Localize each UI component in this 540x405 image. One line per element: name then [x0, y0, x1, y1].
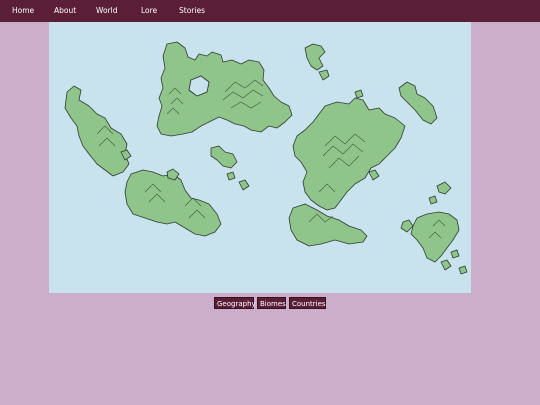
nav-lore-link[interactable]: Lore [141, 0, 157, 22]
island-se5 [428, 195, 438, 205]
tab-biomes[interactable]: Biomes [257, 297, 286, 309]
nav-world-link[interactable]: World [96, 0, 118, 22]
nav-about-link[interactable]: About [54, 0, 76, 22]
island-se2 [440, 259, 452, 271]
island-w4 [238, 179, 250, 191]
island-se4 [436, 181, 452, 195]
island-se3 [450, 249, 460, 259]
tab-geography[interactable]: Geography [214, 297, 256, 309]
island-ne1 [304, 43, 326, 71]
island-se7 [458, 265, 468, 275]
island-w3 [226, 171, 236, 181]
world-map-canvas [64, 41, 468, 275]
continent-east [292, 97, 406, 211]
continent-east-south [288, 203, 368, 247]
continent-southwest [124, 169, 222, 237]
nav-home-link[interactable]: Home [12, 0, 34, 22]
nav-stories-link[interactable]: Stories [179, 0, 205, 22]
island-ne3 [318, 69, 330, 81]
island-se1 [400, 219, 414, 233]
island-se6 [368, 169, 380, 181]
tab-countries[interactable]: Countries [289, 297, 326, 309]
island-ne2 [398, 81, 438, 125]
continent-west [64, 85, 130, 177]
island-ne4 [354, 89, 364, 99]
continent-north [156, 41, 293, 137]
top-nav-bar: Home About World Lore Stories [0, 0, 540, 22]
world-map[interactable] [49, 22, 471, 293]
island-w2 [210, 145, 238, 169]
